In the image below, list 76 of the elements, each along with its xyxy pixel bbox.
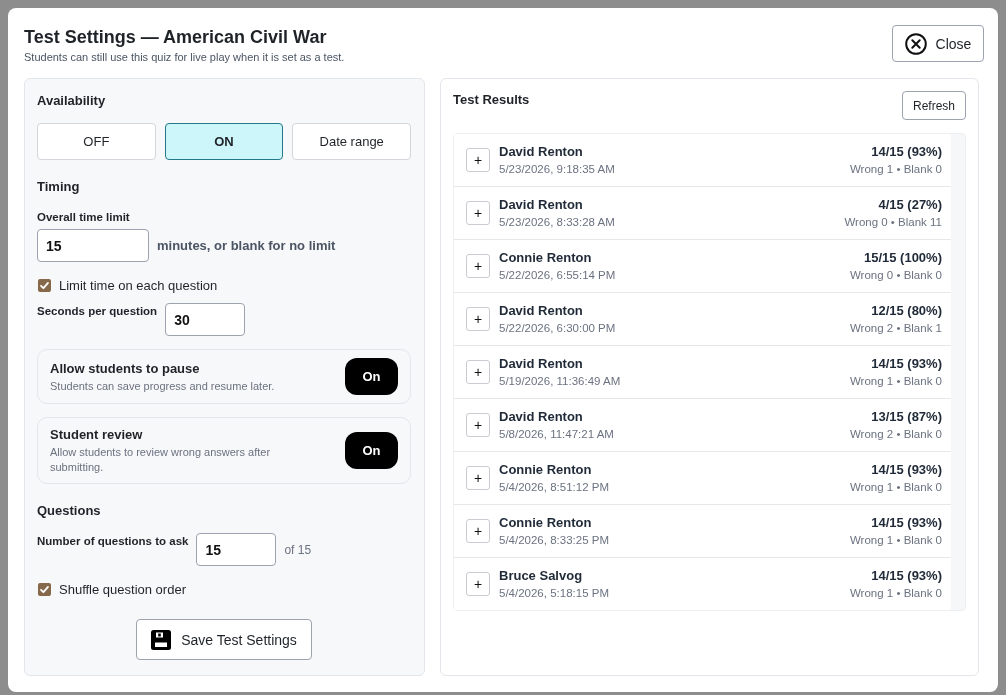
student-name: David Renton bbox=[499, 408, 584, 425]
dialog-title: Test Settings — American Civil War bbox=[24, 26, 328, 48]
section-heading: Test Results bbox=[453, 91, 530, 109]
student-name: David Renton bbox=[499, 143, 584, 160]
time-limit-field[interactable]: 15 bbox=[37, 229, 149, 262]
question-count-field[interactable]: 15 bbox=[196, 533, 277, 566]
expand-button[interactable]: + bbox=[466, 413, 490, 437]
seconds-field[interactable]: 30 bbox=[165, 303, 246, 336]
expand-button[interactable]: + bbox=[466, 360, 490, 384]
expand-button[interactable]: + bbox=[466, 201, 490, 225]
checkbox[interactable] bbox=[38, 582, 51, 596]
result-date: 5/4/2026, 5:18:15 PM bbox=[499, 586, 610, 601]
result-score: 14/15 (93%) bbox=[870, 461, 942, 478]
result-detail: Wrong 0 • Blank 11 bbox=[844, 215, 942, 230]
result-detail: Wrong 2 • Blank 1 bbox=[849, 321, 942, 336]
result-date: 5/19/2026, 11:36:49 AM bbox=[499, 374, 622, 389]
result-date: 5/22/2026, 6:30:00 PM bbox=[499, 321, 617, 336]
setting-description: Students can save progress and resume later. bbox=[50, 378, 276, 394]
setting-title: Allow students to pause bbox=[50, 359, 201, 378]
result-score: 4/15 (27%) bbox=[877, 196, 942, 213]
result-detail: Wrong 1 • Blank 0 bbox=[849, 162, 942, 177]
result-score: 15/15 (100%) bbox=[862, 249, 942, 266]
student-name: Connie Renton bbox=[499, 514, 593, 531]
availability-option[interactable]: ON bbox=[164, 123, 284, 160]
result-score: 14/15 (93%) bbox=[870, 514, 942, 531]
save-button[interactable]: Save Test Settings bbox=[136, 619, 312, 660]
result-detail: Wrong 1 • Blank 0 bbox=[849, 480, 942, 495]
result-score: 13/15 (87%) bbox=[870, 408, 942, 425]
field-label: Seconds per question bbox=[37, 304, 158, 319]
close-icon bbox=[904, 32, 927, 55]
result-score: 14/15 (93%) bbox=[870, 567, 942, 584]
field-label: Overall time limit bbox=[37, 210, 130, 225]
result-score: 14/15 (93%) bbox=[870, 143, 942, 160]
section-heading: Availability bbox=[37, 92, 106, 110]
expand-button[interactable]: + bbox=[466, 307, 490, 331]
result-date: 5/23/2026, 9:18:35 AM bbox=[499, 162, 616, 177]
availability-option[interactable]: OFF bbox=[37, 123, 156, 160]
dialog-subtitle: Students can still use this quiz for live play when it is set as a test. bbox=[24, 50, 345, 64]
result-detail: Wrong 2 • Blank 0 bbox=[849, 427, 942, 442]
checkbox[interactable] bbox=[38, 278, 51, 292]
section-heading: Timing bbox=[37, 178, 80, 196]
student-name: David Renton bbox=[499, 302, 584, 319]
availability-option[interactable]: Date range bbox=[292, 123, 411, 160]
setting-description: Allow students to review wrong answers after submitting. bbox=[50, 445, 272, 475]
result-detail: Wrong 1 • Blank 0 bbox=[849, 586, 942, 601]
expand-button[interactable]: + bbox=[466, 254, 490, 278]
checkbox-label[interactable]: Shuffle question order bbox=[59, 581, 186, 597]
result-date: 5/4/2026, 8:51:12 PM bbox=[499, 480, 610, 495]
field-label: Number of questions to ask bbox=[37, 534, 189, 549]
student-name: Connie Renton bbox=[499, 249, 593, 266]
result-score: 12/15 (80%) bbox=[870, 302, 942, 319]
result-date: 5/22/2026, 6:55:14 PM bbox=[499, 268, 617, 283]
result-date: 5/8/2026, 11:47:21 AM bbox=[499, 427, 615, 442]
setting-title: Student review bbox=[50, 426, 144, 444]
result-detail: Wrong 1 • Blank 0 bbox=[849, 533, 942, 548]
result-date: 5/23/2026, 8:33:28 AM bbox=[499, 215, 616, 230]
result-date: 5/4/2026, 8:33:25 PM bbox=[499, 533, 610, 548]
student-name: David Renton bbox=[499, 196, 584, 213]
field-suffix: of 15 bbox=[284, 542, 312, 557]
section-heading: Questions bbox=[37, 502, 101, 520]
refresh-button[interactable]: Refresh bbox=[902, 91, 966, 120]
expand-button[interactable]: + bbox=[466, 148, 490, 172]
toggle-button[interactable]: On bbox=[345, 358, 398, 395]
expand-button[interactable]: + bbox=[466, 572, 490, 596]
checkbox-label[interactable]: Limit time on each question bbox=[59, 277, 218, 293]
result-detail: Wrong 0 • Blank 0 bbox=[849, 268, 942, 283]
result-score: 14/15 (93%) bbox=[870, 355, 942, 372]
toggle-button[interactable]: On bbox=[345, 432, 398, 469]
close-button[interactable]: Close bbox=[892, 25, 984, 62]
student-name: David Renton bbox=[499, 355, 584, 372]
expand-button[interactable]: + bbox=[466, 466, 490, 490]
field-hint: minutes, or blank for no limit bbox=[157, 238, 336, 253]
expand-button[interactable]: + bbox=[466, 519, 490, 543]
result-detail: Wrong 1 • Blank 0 bbox=[849, 374, 942, 389]
student-name: Bruce Salvog bbox=[499, 567, 584, 584]
student-name: Connie Renton bbox=[499, 461, 593, 478]
